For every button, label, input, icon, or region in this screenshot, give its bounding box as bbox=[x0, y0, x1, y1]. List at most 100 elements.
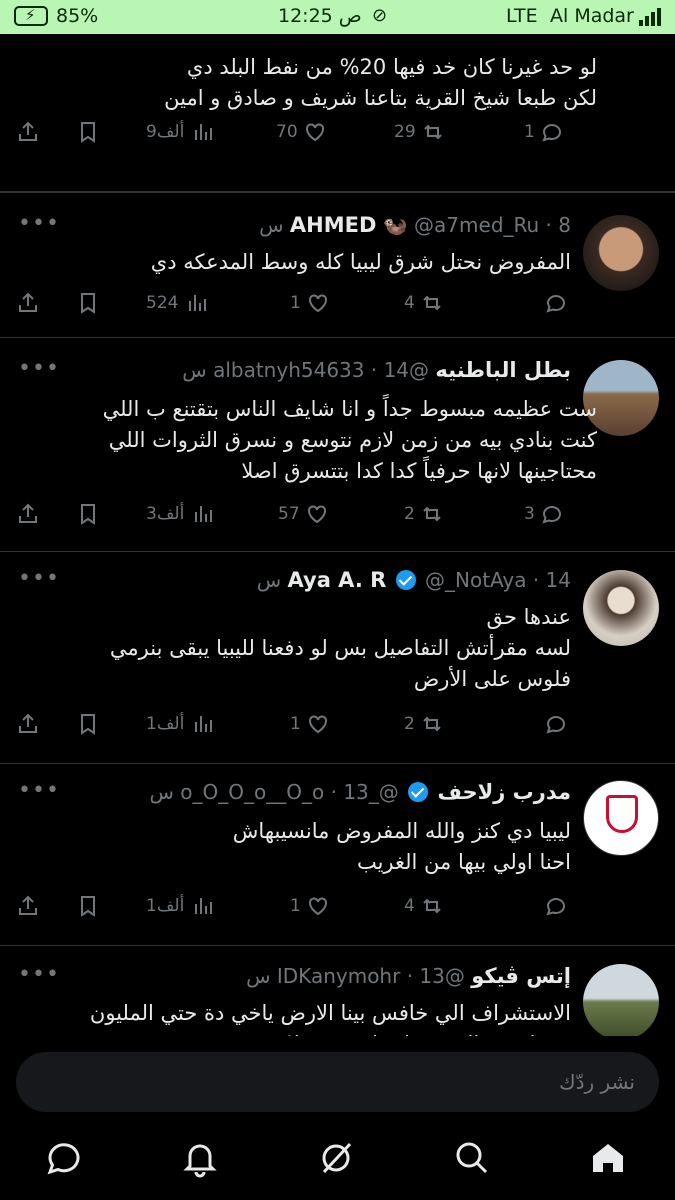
repost-button[interactable]: 2 bbox=[404, 502, 444, 532]
bookmark-button[interactable] bbox=[76, 502, 100, 532]
like-button[interactable]: 57 bbox=[278, 502, 329, 532]
like-button[interactable]: 1 bbox=[290, 894, 330, 924]
share-button[interactable] bbox=[16, 502, 40, 532]
tweet[interactable]: AHMED 🦦 @a7med_Ru · 8 س ••• المفروض نحتل… bbox=[0, 192, 675, 338]
network-type: LTE bbox=[506, 5, 538, 27]
tweet[interactable]: بطل الباطنيه @albatnyh54633 · 14 س ••• س… bbox=[0, 338, 675, 552]
comment-icon bbox=[546, 295, 565, 313]
verified-badge-icon bbox=[408, 782, 429, 802]
display-name[interactable]: إتس ڤيكو bbox=[471, 964, 571, 988]
display-name[interactable]: بطل الباطنيه bbox=[435, 358, 571, 382]
like-button[interactable]: 1 bbox=[290, 291, 330, 321]
replies-feed[interactable]: لو حد غيرنا كان خد فيها 20% من نفط البلد… bbox=[0, 34, 675, 1036]
repost-button[interactable]: 4 bbox=[404, 291, 444, 321]
share-button[interactable] bbox=[16, 120, 40, 150]
tweet-actions: 524 1 4 bbox=[16, 291, 576, 321]
views-button[interactable]: 524 bbox=[146, 291, 208, 321]
tweet[interactable]: لو حد غيرنا كان خد فيها 20% من نفط البلد… bbox=[0, 34, 675, 192]
tweet-text: الاستشراف الي خافس بينا الارض ياخي دة حت… bbox=[89, 1001, 571, 1036]
bookmark-button[interactable] bbox=[76, 894, 100, 924]
verified-badge-icon bbox=[395, 570, 416, 590]
share-button[interactable] bbox=[16, 291, 40, 321]
display-name[interactable]: AHMED bbox=[290, 213, 377, 237]
display-name[interactable]: Aya A. R bbox=[288, 568, 387, 592]
like-button[interactable]: 70 bbox=[276, 120, 327, 150]
bookmark-icon bbox=[81, 293, 95, 314]
separator-dot: · bbox=[545, 213, 552, 237]
views-button[interactable]: 3ألف bbox=[146, 502, 214, 532]
repost-button[interactable]: 2 bbox=[404, 712, 444, 742]
like-button[interactable]: 1 bbox=[290, 712, 330, 742]
repost-button[interactable]: 4 bbox=[404, 894, 444, 924]
replies-count: 3 bbox=[524, 504, 535, 524]
tweet[interactable]: إتس ڤيكو @IDKanymohr · 13 س ••• الاستشرا… bbox=[0, 946, 675, 1036]
status-bar: ⚡ 85% 12:25 ص ⊘ LTE Al Madar bbox=[0, 0, 675, 34]
bookmark-button[interactable] bbox=[76, 291, 100, 321]
heart-icon bbox=[309, 294, 328, 313]
avatar[interactable] bbox=[583, 964, 659, 1036]
reply-button[interactable] bbox=[544, 712, 568, 742]
more-options-button[interactable]: ••• bbox=[18, 962, 60, 987]
grok-icon[interactable] bbox=[316, 1138, 360, 1182]
tweet-header: AHMED 🦦 @a7med_Ru · 8 س bbox=[259, 213, 571, 237]
avatar[interactable] bbox=[583, 780, 659, 856]
bell-icon[interactable] bbox=[180, 1138, 224, 1182]
tweet-actions: 1ألف 1 4 bbox=[16, 894, 576, 924]
views-button[interactable]: 9ألف bbox=[146, 120, 214, 150]
club-logo-icon bbox=[606, 795, 638, 833]
reposts-count: 4 bbox=[404, 896, 415, 916]
views-count: 9ألف bbox=[146, 122, 185, 142]
tweet[interactable]: Aya A. R @_NotAya · 14 س ••• عندها حق لس… bbox=[0, 552, 675, 764]
share-icon bbox=[19, 503, 37, 523]
views-button[interactable]: 1ألف bbox=[146, 712, 214, 742]
reply-composer[interactable] bbox=[16, 1052, 659, 1112]
more-options-button[interactable]: ••• bbox=[18, 778, 60, 803]
views-button[interactable]: 1ألف bbox=[146, 894, 214, 924]
reply-button[interactable]: 3 bbox=[524, 502, 564, 532]
avatar[interactable] bbox=[583, 215, 659, 291]
reposts-count: 2 bbox=[404, 714, 415, 734]
chat-icon[interactable] bbox=[44, 1138, 88, 1182]
likes-count: 1 bbox=[290, 293, 301, 313]
link-icon: ⊘ bbox=[372, 5, 388, 26]
bookmark-icon bbox=[81, 504, 95, 525]
bookmark-icon bbox=[81, 896, 95, 917]
signal-icon bbox=[639, 8, 661, 26]
tweet[interactable]: مدرب زلاحف @_o_O_O_o__O_o · 13 س ••• ليب… bbox=[0, 764, 675, 946]
tweet-text: ست عظيمه مبسوط جداً و انا شايف الناس بتق… bbox=[102, 397, 597, 483]
bottom-nav bbox=[0, 1120, 675, 1200]
avatar[interactable] bbox=[583, 570, 659, 646]
tweet-text: المفروض نحتل شرق ليبيا كله وسط المدعكه د… bbox=[150, 250, 571, 274]
bookmark-icon bbox=[81, 122, 95, 143]
heart-icon bbox=[309, 897, 328, 916]
reposts-count: 29 bbox=[394, 122, 416, 142]
more-options-button[interactable]: ••• bbox=[18, 566, 60, 591]
likes-count: 1 bbox=[290, 714, 301, 734]
likes-count: 70 bbox=[276, 122, 298, 142]
bookmark-button[interactable] bbox=[76, 712, 100, 742]
home-icon[interactable] bbox=[588, 1138, 632, 1182]
repost-icon bbox=[423, 898, 441, 914]
share-button[interactable] bbox=[16, 894, 40, 924]
views-count: 1ألف bbox=[146, 896, 185, 916]
reply-input[interactable] bbox=[75, 1066, 635, 1098]
clock: 12:25 ص bbox=[278, 5, 362, 27]
reply-button[interactable] bbox=[544, 291, 568, 321]
share-icon bbox=[19, 121, 37, 141]
bookmark-icon bbox=[81, 714, 95, 735]
repost-button[interactable]: 29 bbox=[394, 120, 445, 150]
bookmark-button[interactable] bbox=[76, 120, 100, 150]
display-name[interactable]: مدرب زلاحف bbox=[437, 780, 571, 804]
more-options-button[interactable]: ••• bbox=[18, 211, 60, 236]
comment-icon bbox=[546, 898, 565, 916]
comment-icon bbox=[546, 716, 565, 734]
separator-dot: · bbox=[370, 358, 378, 382]
reply-button[interactable]: 1 bbox=[524, 120, 564, 150]
share-button[interactable] bbox=[16, 712, 40, 742]
handle[interactable]: @_NotAya bbox=[425, 568, 526, 592]
reposts-count: 2 bbox=[404, 504, 415, 524]
reply-button[interactable] bbox=[544, 894, 568, 924]
search-icon[interactable] bbox=[452, 1138, 496, 1182]
more-options-button[interactable]: ••• bbox=[18, 356, 60, 381]
handle[interactable]: @a7med_Ru bbox=[414, 213, 539, 237]
